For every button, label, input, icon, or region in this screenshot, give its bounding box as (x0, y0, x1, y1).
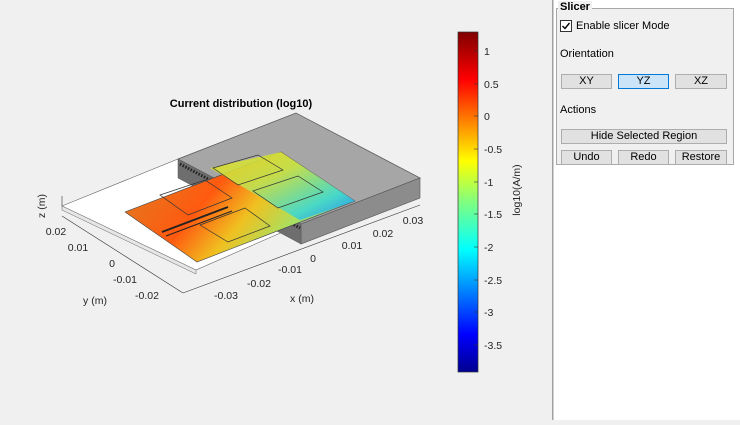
actions-label: Actions (560, 104, 597, 116)
x-tick: 0.03 (403, 215, 424, 227)
figure-canvas: Current distribution (log10) -0.02 -0.01… (0, 0, 552, 420)
colorbar-tick: -1 (484, 177, 493, 189)
x-tick: 0 (310, 253, 316, 265)
x-tick: -0.02 (247, 278, 271, 290)
orientation-xz-button[interactable]: XZ (675, 74, 727, 89)
y-tick: 0 (109, 258, 115, 270)
colorbar-tick: -2.5 (484, 275, 502, 287)
x-tick: 0.02 (373, 228, 394, 240)
plot-title: Current distribution (log10) (170, 98, 313, 110)
hide-selected-region-button[interactable]: Hide Selected Region (561, 129, 727, 144)
x-tick: -0.03 (214, 290, 238, 302)
orientation-xy-button[interactable]: XY (561, 74, 612, 89)
redo-button[interactable]: Redo (618, 150, 669, 165)
enable-slicer-label[interactable]: Enable slicer Mode (576, 20, 670, 32)
y-tick: 0.01 (68, 242, 89, 254)
enable-slicer-checkbox[interactable] (560, 20, 572, 32)
z-axis-label: z (m) (36, 194, 48, 218)
colorbar-tick: -0.5 (484, 144, 502, 156)
undo-button[interactable]: Undo (561, 150, 612, 165)
y-tick: -0.01 (113, 274, 137, 286)
y-tick: 0.02 (46, 226, 67, 238)
restore-button[interactable]: Restore (675, 150, 727, 165)
colorbar (457, 31, 479, 373)
orientation-yz-button[interactable]: YZ (618, 74, 669, 89)
slicer-title: Slicer (558, 1, 592, 13)
colorbar-tick: 1 (484, 46, 490, 58)
colorbar-tick: -2 (484, 242, 493, 254)
orientation-label: Orientation (560, 48, 614, 60)
colorbar-tick: -3 (484, 307, 493, 319)
colorbar-tick: 0 (484, 111, 490, 123)
plot-area: Current distribution (log10) -0.02 -0.01… (36, 31, 523, 373)
colorbar-tick: 0.5 (484, 79, 499, 91)
colorbar-label: log10(A/m) (511, 164, 523, 215)
x-tick: -0.01 (278, 264, 302, 276)
checkmark-icon (562, 22, 571, 30)
colorbar-tick: -3.5 (484, 340, 502, 352)
y-axis-label: y (m) (83, 295, 107, 307)
x-axis-label: x (m) (290, 293, 314, 305)
x-tick: 0.01 (342, 240, 363, 252)
colorbar-tick: -1.5 (484, 209, 502, 221)
y-tick: -0.02 (135, 290, 159, 302)
